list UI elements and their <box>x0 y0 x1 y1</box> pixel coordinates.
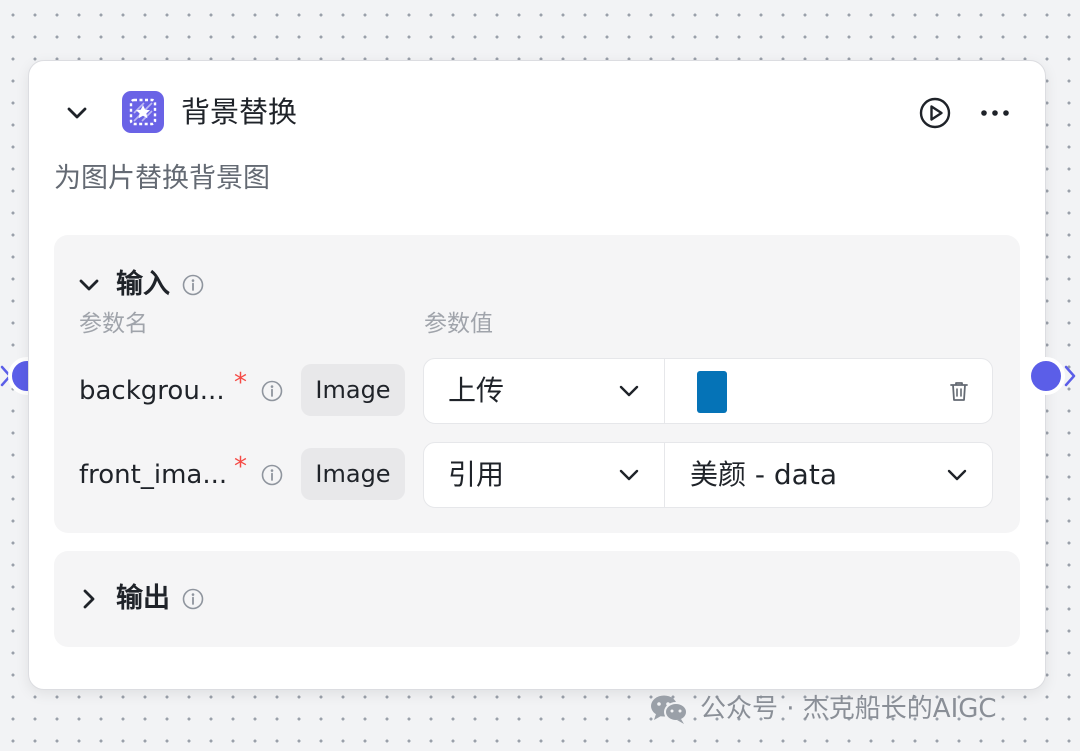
outgoing-edge-arrow-icon <box>1064 365 1076 387</box>
input-section-header[interactable]: 输入 <box>76 267 204 303</box>
required-mark: * <box>234 368 247 398</box>
chevron-down-icon[interactable] <box>616 378 642 404</box>
output-section: 输出 <box>54 551 1020 647</box>
param-row-background: backgrou... * Image 上传 <box>54 358 1020 424</box>
trash-icon[interactable] <box>947 379 971 403</box>
field-divider <box>664 359 665 423</box>
chevron-down-icon[interactable] <box>76 272 102 298</box>
watermark: 公众号 · 杰克船长的AIGC <box>648 690 997 728</box>
value-mode-select[interactable]: 上传 <box>448 359 504 423</box>
wechat-icon <box>651 695 688 724</box>
uploaded-image-thumbnail[interactable] <box>697 371 727 413</box>
info-icon[interactable] <box>261 464 283 486</box>
image-background-icon <box>122 91 164 133</box>
param-name: backgrou... <box>79 376 225 406</box>
output-port[interactable] <box>1027 357 1065 395</box>
info-icon[interactable] <box>182 588 204 610</box>
param-value-field: 上传 <box>423 358 993 424</box>
param-type-tag: Image <box>301 448 405 500</box>
param-row-front-image: front_ima... * Image 引用 美颜 - data <box>54 442 1020 508</box>
input-section-title: 输入 <box>116 269 170 300</box>
param-name: front_ima... <box>79 460 228 490</box>
info-icon[interactable] <box>261 380 283 402</box>
param-value-field: 引用 美颜 - data <box>423 442 993 508</box>
background-replace-node[interactable]: 背景替换 为图片替换背景图 输入 参数名 参数值 backgrou... * I… <box>28 60 1046 690</box>
node-description: 为图片替换背景图 <box>54 163 270 194</box>
node-title: 背景替换 <box>181 95 298 129</box>
param-value-column-header: 参数值 <box>424 311 493 337</box>
more-horizontal-icon[interactable] <box>977 101 1013 125</box>
required-mark: * <box>234 452 247 482</box>
input-section: 输入 参数名 参数值 backgrou... * Image 上传 front_… <box>54 235 1020 533</box>
node-header: 背景替换 <box>29 61 1045 161</box>
value-mode-select[interactable]: 引用 <box>448 443 504 507</box>
play-circle-icon[interactable] <box>918 96 952 130</box>
chevron-down-icon[interactable] <box>63 99 91 127</box>
chevron-down-icon[interactable] <box>616 462 642 488</box>
chevron-right-icon[interactable] <box>76 586 102 612</box>
field-divider <box>664 443 665 507</box>
param-type-tag: Image <box>301 364 405 416</box>
chevron-down-icon[interactable] <box>944 462 970 488</box>
param-name-column-header: 参数名 <box>79 311 148 337</box>
watermark-text: 公众号 · 杰克船长的AIGC <box>700 694 997 724</box>
info-icon[interactable] <box>182 274 204 296</box>
output-section-title: 输出 <box>116 583 170 614</box>
reference-select[interactable]: 美颜 - data <box>690 443 837 507</box>
output-section-header[interactable]: 输出 <box>76 581 204 617</box>
